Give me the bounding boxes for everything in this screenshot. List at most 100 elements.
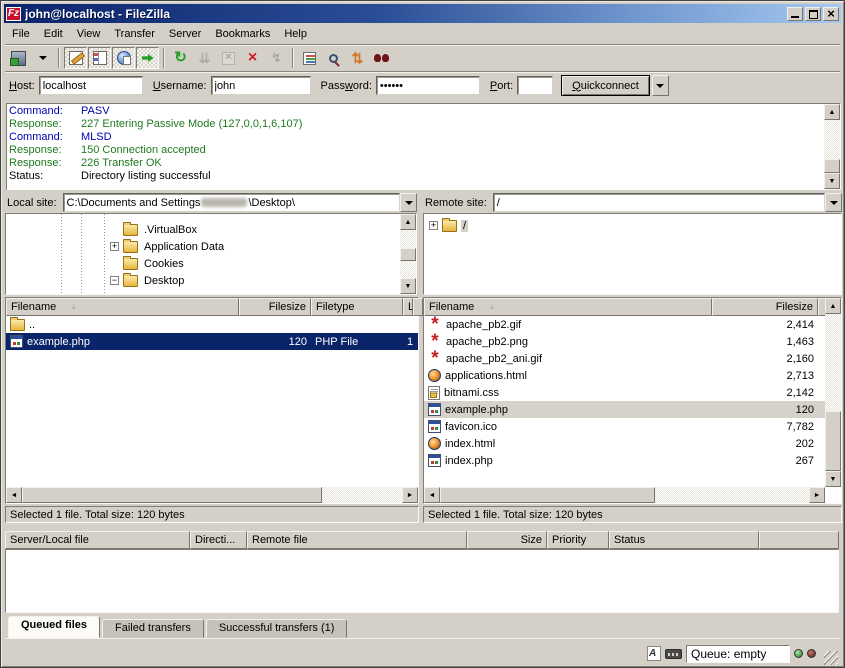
tree-item-cookies[interactable]: Cookies — [6, 255, 400, 272]
tree-item-virtualbox[interactable]: .VirtualBox — [6, 221, 400, 238]
scroll-right-icon[interactable]: ► — [402, 487, 418, 503]
queue-column-server-local-file[interactable]: Server/Local file — [5, 531, 190, 549]
file-row-index-html[interactable]: index.html202 — [424, 435, 825, 452]
file-row-index-php[interactable]: index.php267 — [424, 452, 825, 469]
queue-column-remote-file[interactable]: Remote file — [247, 531, 467, 549]
column-header-filetype[interactable]: Filetype — [311, 298, 403, 316]
scroll-right-icon[interactable]: ► — [809, 487, 825, 503]
queue-column-status[interactable]: Status — [609, 531, 759, 549]
column-header-filesize[interactable]: Filesize — [712, 298, 818, 316]
menu-bookmarks[interactable]: Bookmarks — [208, 26, 277, 42]
scroll-down-icon[interactable]: ▼ — [825, 471, 841, 487]
find-button[interactable] — [370, 47, 393, 69]
scroll-thumb[interactable] — [22, 487, 322, 503]
quickconnect-button[interactable]: Quickconnect — [561, 75, 650, 96]
toggle-remote-tree-button[interactable] — [112, 47, 135, 69]
port-input[interactable] — [517, 76, 553, 95]
username-input[interactable] — [211, 76, 311, 95]
toolbar-separator — [163, 48, 165, 68]
filter-button[interactable] — [298, 47, 321, 69]
toggle-local-tree-button[interactable] — [88, 47, 111, 69]
scroll-track[interactable] — [400, 230, 416, 248]
scroll-up-icon[interactable]: ▲ — [400, 214, 416, 230]
scroll-left-icon[interactable]: ◄ — [6, 487, 22, 503]
file-name: apache_pb2.png — [446, 336, 528, 348]
scroll-down-icon[interactable]: ▼ — [824, 173, 840, 189]
menu-help[interactable]: Help — [277, 26, 314, 42]
toggle-queue-button[interactable] — [136, 47, 159, 69]
title-bar[interactable]: Fz john@localhost - FileZilla — [4, 4, 841, 23]
local-path-dropdown-button[interactable] — [400, 193, 417, 212]
close-button[interactable] — [823, 7, 839, 21]
host-input[interactable] — [39, 76, 143, 95]
scroll-track[interactable] — [400, 261, 416, 279]
quickconnect-dropdown-button[interactable] — [652, 75, 669, 96]
queue-column-priority[interactable]: Priority — [547, 531, 609, 549]
scroll-track[interactable] — [655, 487, 809, 503]
toggle-log-button[interactable] — [64, 47, 87, 69]
tree-item-desktop[interactable]: −Desktop — [6, 272, 400, 289]
column-header-filename[interactable]: Filename — [424, 298, 712, 316]
speed-limits-icon[interactable] — [665, 649, 682, 659]
log-scrollbar[interactable]: ▲ ▼ — [824, 104, 840, 189]
file-row-[interactable]: .. — [6, 316, 418, 333]
file-row-bitnami-css[interactable]: bitnami.css2,142 — [424, 384, 825, 401]
local-tree-scrollbar[interactable]: ▲ ▼ — [400, 214, 416, 294]
toggle-queue-icon — [142, 54, 154, 62]
remote-hscrollbar[interactable]: ◄ ► — [424, 487, 825, 503]
scroll-thumb[interactable] — [825, 411, 841, 471]
scroll-thumb[interactable] — [440, 487, 655, 503]
queue-column-directi[interactable]: Directi... — [190, 531, 247, 549]
tree-expander-icon[interactable]: + — [429, 221, 438, 230]
sync-button[interactable] — [346, 47, 369, 69]
tree-expander-icon[interactable]: + — [110, 242, 119, 251]
scroll-down-icon[interactable]: ▼ — [400, 278, 416, 294]
site-manager-button[interactable] — [7, 47, 30, 69]
maximize-button[interactable] — [805, 7, 821, 21]
scroll-up-icon[interactable]: ▲ — [824, 104, 840, 120]
file-name: index.php — [445, 455, 493, 467]
column-header-filename[interactable]: Filename — [6, 298, 239, 316]
site-manager-dropdown-button[interactable] — [31, 47, 54, 69]
minimize-button[interactable] — [787, 7, 803, 21]
queue-column-blank — [759, 531, 839, 549]
local-hscrollbar[interactable]: ◄ ► — [6, 487, 418, 503]
file-row-applications-html[interactable]: applications.html2,713 — [424, 367, 825, 384]
scroll-track[interactable] — [824, 120, 840, 159]
scroll-track[interactable] — [825, 314, 841, 411]
queue-column-size[interactable]: Size — [467, 531, 547, 549]
scroll-left-icon[interactable]: ◄ — [424, 487, 440, 503]
password-input[interactable] — [376, 76, 480, 95]
tree-item-[interactable]: +/ — [424, 217, 841, 234]
remote-path-combo[interactable]: / — [493, 193, 825, 212]
disconnect-button[interactable] — [241, 47, 264, 69]
tab-failed-transfers[interactable]: Failed transfers — [102, 619, 204, 638]
menu-transfer[interactable]: Transfer — [107, 26, 162, 42]
file-row-apache-pb2-gif[interactable]: apache_pb2.gif2,414 — [424, 316, 825, 333]
tree-expander-icon[interactable]: − — [110, 276, 119, 285]
resize-grip[interactable] — [824, 651, 838, 665]
tab-successful-transfers-1[interactable]: Successful transfers (1) — [206, 619, 348, 638]
scroll-thumb[interactable] — [824, 159, 840, 173]
tree-item-application-data[interactable]: +Application Data — [6, 238, 400, 255]
scroll-thumb[interactable] — [400, 248, 416, 261]
file-row-example-php[interactable]: example.php120PHP File1 — [6, 333, 418, 350]
file-row-apache-pb2-ani-gif[interactable]: apache_pb2_ani.gif2,160 — [424, 350, 825, 367]
search-button[interactable] — [322, 47, 345, 69]
refresh-button[interactable] — [169, 47, 192, 69]
remote-path-dropdown-button[interactable] — [825, 193, 842, 212]
local-path-combo[interactable]: C:\Documents and Settings\Desktop\ — [63, 193, 400, 212]
tab-queued-files[interactable]: Queued files — [8, 616, 100, 638]
file-row-favicon-ico[interactable]: favicon.ico7,782 — [424, 418, 825, 435]
remote-vscrollbar[interactable]: ▲ ▼ — [825, 298, 841, 487]
menu-server[interactable]: Server — [162, 26, 208, 42]
menu-edit[interactable]: Edit — [37, 26, 70, 42]
column-header-filesize[interactable]: Filesize — [239, 298, 311, 316]
file-row-apache-pb2-png[interactable]: apache_pb2.png1,463 — [424, 333, 825, 350]
file-row-example-php[interactable]: example.php120 — [424, 401, 825, 418]
scroll-track[interactable] — [322, 487, 402, 503]
scroll-up-icon[interactable]: ▲ — [825, 298, 841, 314]
menu-file[interactable]: File — [5, 26, 37, 42]
column-header-l[interactable]: L — [403, 298, 413, 316]
menu-view[interactable]: View — [70, 26, 108, 42]
